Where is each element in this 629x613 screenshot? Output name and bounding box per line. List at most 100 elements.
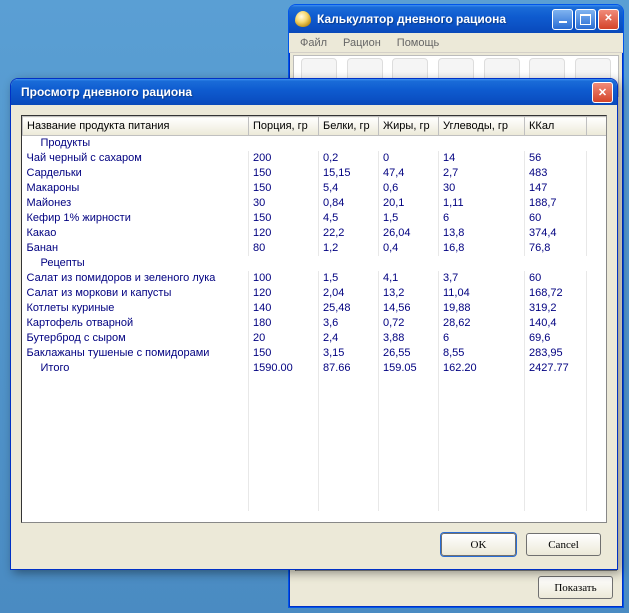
- table-row[interactable]: Чай черный с сахаром2000,201456: [23, 151, 607, 166]
- maximize-button[interactable]: [575, 9, 596, 30]
- minimize-button[interactable]: [552, 9, 573, 30]
- section-row: Продукты: [23, 136, 607, 151]
- cell-carbs: 11,04: [439, 286, 525, 301]
- cell-fat: 159.05: [379, 361, 439, 376]
- cell-fat: 13,2: [379, 286, 439, 301]
- cell-portion: 150: [249, 346, 319, 361]
- cell-kcal: 188,7: [525, 196, 587, 211]
- table-row[interactable]: Салат из помидоров и зеленого лука1001,5…: [23, 271, 607, 286]
- cell-kcal: 319,2: [525, 301, 587, 316]
- cell-protein: 1,2: [319, 241, 379, 256]
- cell-fat: 47,4: [379, 166, 439, 181]
- cell-carbs: 30: [439, 181, 525, 196]
- cell-fat: 14,56: [379, 301, 439, 316]
- cell-portion: 20: [249, 331, 319, 346]
- cell-portion: 100: [249, 271, 319, 286]
- empty-row: [23, 496, 607, 511]
- back-window-title: Калькулятор дневного рациона: [317, 12, 552, 26]
- cell-fat: 0,72: [379, 316, 439, 331]
- table-row[interactable]: Макароны1505,40,630147: [23, 181, 607, 196]
- cancel-button[interactable]: Cancel: [526, 533, 601, 556]
- col-kcal[interactable]: ККал: [525, 117, 587, 136]
- menu-help[interactable]: Помощь: [390, 35, 447, 51]
- cell-carbs: 2,7: [439, 166, 525, 181]
- empty-row: [23, 391, 607, 406]
- cell-kcal: 2427.77: [525, 361, 587, 376]
- cell-fat: 1,5: [379, 211, 439, 226]
- cell-fat: 26,55: [379, 346, 439, 361]
- cell-portion: 120: [249, 226, 319, 241]
- cell-protein: 5,4: [319, 181, 379, 196]
- table-row[interactable]: Бутерброд с сыром202,43,88669,6: [23, 331, 607, 346]
- table-row[interactable]: Картофель отварной1803,60,7228,62140,4: [23, 316, 607, 331]
- col-carbs[interactable]: Углеводы, гр: [439, 117, 525, 136]
- ration-grid[interactable]: Название продукта питания Порция, гр Бел…: [21, 115, 607, 523]
- section-label: Продукты: [23, 136, 607, 151]
- dialog-title: Просмотр дневного рациона: [21, 85, 592, 99]
- cell-kcal: 483: [525, 166, 587, 181]
- col-fat[interactable]: Жиры, гр: [379, 117, 439, 136]
- cell-carbs: 6: [439, 331, 525, 346]
- cell-name: Салат из помидоров и зеленого лука: [23, 271, 249, 286]
- col-spacer: [587, 117, 607, 136]
- dialog-titlebar[interactable]: Просмотр дневного рациона: [11, 79, 617, 105]
- table-row[interactable]: Сардельки15015,1547,42,7483: [23, 166, 607, 181]
- back-titlebar[interactable]: Калькулятор дневного рациона: [289, 5, 623, 33]
- cell-fat: 0: [379, 151, 439, 166]
- table-row[interactable]: Майонез300,8420,11,11188,7: [23, 196, 607, 211]
- table-row[interactable]: Салат из моркови и капусты1202,0413,211,…: [23, 286, 607, 301]
- col-name[interactable]: Название продукта питания: [23, 117, 249, 136]
- cell-portion: 120: [249, 286, 319, 301]
- cell-portion: 150: [249, 181, 319, 196]
- col-portion[interactable]: Порция, гр: [249, 117, 319, 136]
- cell-protein: 87.66: [319, 361, 379, 376]
- cell-carbs: 3,7: [439, 271, 525, 286]
- table-row[interactable]: Баклажаны тушеные с помидорами1503,1526,…: [23, 346, 607, 361]
- empty-row: [23, 481, 607, 496]
- show-button[interactable]: Показать: [538, 576, 613, 599]
- cell-portion: 200: [249, 151, 319, 166]
- section-row: Рецепты: [23, 256, 607, 271]
- cell-name: Майонез: [23, 196, 249, 211]
- empty-row: [23, 451, 607, 466]
- empty-row: [23, 466, 607, 481]
- cell-carbs: 162.20: [439, 361, 525, 376]
- cell-portion: 180: [249, 316, 319, 331]
- cell-name: Баклажаны тушеные с помидорами: [23, 346, 249, 361]
- cell-kcal: 56: [525, 151, 587, 166]
- cell-name: Кефир 1% жирности: [23, 211, 249, 226]
- menu-ration[interactable]: Рацион: [336, 35, 388, 51]
- ok-button[interactable]: OK: [441, 533, 516, 556]
- table-row[interactable]: Итого1590.0087.66159.05162.202427.77: [23, 361, 607, 376]
- dialog-close-button[interactable]: [592, 82, 613, 103]
- cell-carbs: 13,8: [439, 226, 525, 241]
- table-row[interactable]: Какао12022,226,0413,8374,4: [23, 226, 607, 241]
- cell-kcal: 374,4: [525, 226, 587, 241]
- cell-carbs: 8,55: [439, 346, 525, 361]
- cell-fat: 20,1: [379, 196, 439, 211]
- table-row[interactable]: Кефир 1% жирности1504,51,5660: [23, 211, 607, 226]
- cell-portion: 150: [249, 211, 319, 226]
- cell-name: Сардельки: [23, 166, 249, 181]
- cell-kcal: 283,95: [525, 346, 587, 361]
- table-row[interactable]: Банан801,20,416,876,8: [23, 241, 607, 256]
- cell-name: Итого: [23, 361, 249, 376]
- cell-name: Салат из моркови и капусты: [23, 286, 249, 301]
- cell-carbs: 6: [439, 211, 525, 226]
- cell-kcal: 147: [525, 181, 587, 196]
- cell-fat: 26,04: [379, 226, 439, 241]
- menu-file[interactable]: Файл: [293, 35, 334, 51]
- col-protein[interactable]: Белки, гр: [319, 117, 379, 136]
- cell-name: Чай черный с сахаром: [23, 151, 249, 166]
- cell-name: Банан: [23, 241, 249, 256]
- section-label: Рецепты: [23, 256, 607, 271]
- table-row[interactable]: Котлеты куриные14025,4814,5619,88319,2: [23, 301, 607, 316]
- cell-carbs: 14: [439, 151, 525, 166]
- close-button[interactable]: [598, 9, 619, 30]
- cell-protein: 25,48: [319, 301, 379, 316]
- cell-kcal: 60: [525, 211, 587, 226]
- cell-fat: 3,88: [379, 331, 439, 346]
- empty-row: [23, 421, 607, 436]
- cell-protein: 22,2: [319, 226, 379, 241]
- cell-kcal: 76,8: [525, 241, 587, 256]
